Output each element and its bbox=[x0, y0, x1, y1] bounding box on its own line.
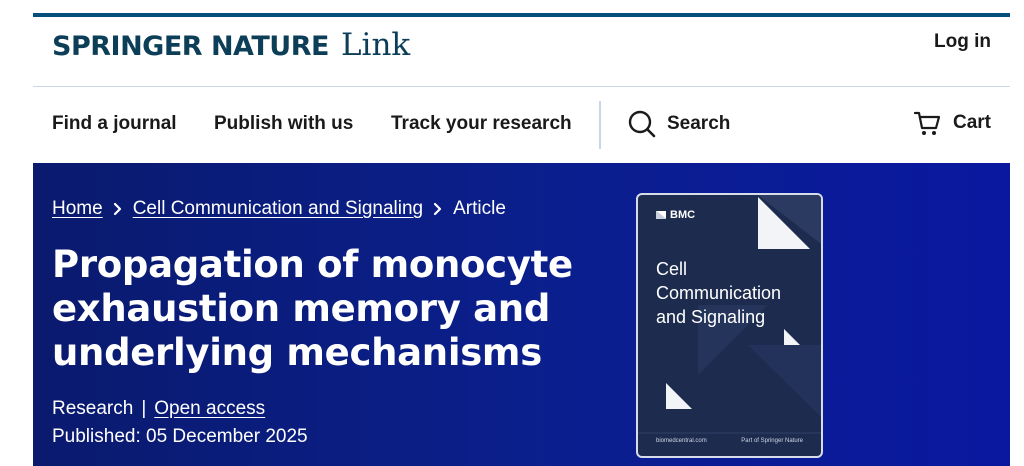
breadcrumb-current: Article bbox=[453, 198, 506, 219]
nav-find-a-journal[interactable]: Find a journal bbox=[52, 113, 177, 135]
article-title: Propagation of monocyte exhaustion memor… bbox=[52, 243, 573, 374]
cart-icon bbox=[913, 111, 941, 135]
main-navigation: Find a journal Publish with us Track you… bbox=[33, 87, 1010, 163]
search-icon bbox=[628, 110, 656, 138]
cover-footer-publisher: Part of Springer Nature bbox=[741, 438, 803, 444]
breadcrumb-journal-link[interactable]: Cell Communication and Signaling bbox=[133, 198, 423, 220]
meta-divider: | bbox=[141, 398, 147, 419]
cart-label: Cart bbox=[952, 112, 991, 133]
article-type-line: Research | Open access bbox=[52, 398, 265, 420]
login-link[interactable]: Log in bbox=[934, 31, 991, 53]
cover-journal-title: Cell Communication and Signaling bbox=[656, 259, 782, 327]
publisher-name: BMC bbox=[670, 209, 696, 221]
nav-track-your-research[interactable]: Track your research bbox=[391, 113, 572, 135]
nav-publish-with-us[interactable]: Publish with us bbox=[214, 113, 353, 135]
chevron-right-icon bbox=[434, 202, 442, 216]
cover-footer-website: biomedcentral.com bbox=[656, 438, 707, 444]
search-button[interactable]: Search bbox=[627, 109, 730, 139]
cart-button[interactable]: Cart bbox=[913, 109, 991, 137]
publisher-badge: BMC bbox=[656, 209, 695, 221]
chevron-right-icon bbox=[113, 202, 121, 216]
article-hero: Home Cell Communication and Signaling Ar… bbox=[33, 163, 1010, 466]
logo-product-text: Link bbox=[340, 27, 411, 63]
breadcrumb-home-link[interactable]: Home bbox=[52, 198, 103, 220]
bmc-logo-icon bbox=[656, 211, 666, 219]
journal-cover[interactable]: BMC Cell Communication and Signaling bio… bbox=[636, 193, 823, 458]
springer-nature-link-logo[interactable]: SPRINGER NATURE Link bbox=[52, 27, 410, 63]
article-type: Research bbox=[52, 398, 134, 419]
open-access-link[interactable]: Open access bbox=[154, 398, 265, 420]
breadcrumb: Home Cell Communication and Signaling Ar… bbox=[52, 198, 506, 220]
published-date: Published: 05 December 2025 bbox=[52, 426, 308, 447]
nav-divider bbox=[599, 101, 601, 149]
masthead: SPRINGER NATURE Link Log in bbox=[33, 17, 1010, 87]
search-label: Search bbox=[667, 113, 731, 134]
logo-brand-text: SPRINGER NATURE bbox=[52, 31, 329, 62]
